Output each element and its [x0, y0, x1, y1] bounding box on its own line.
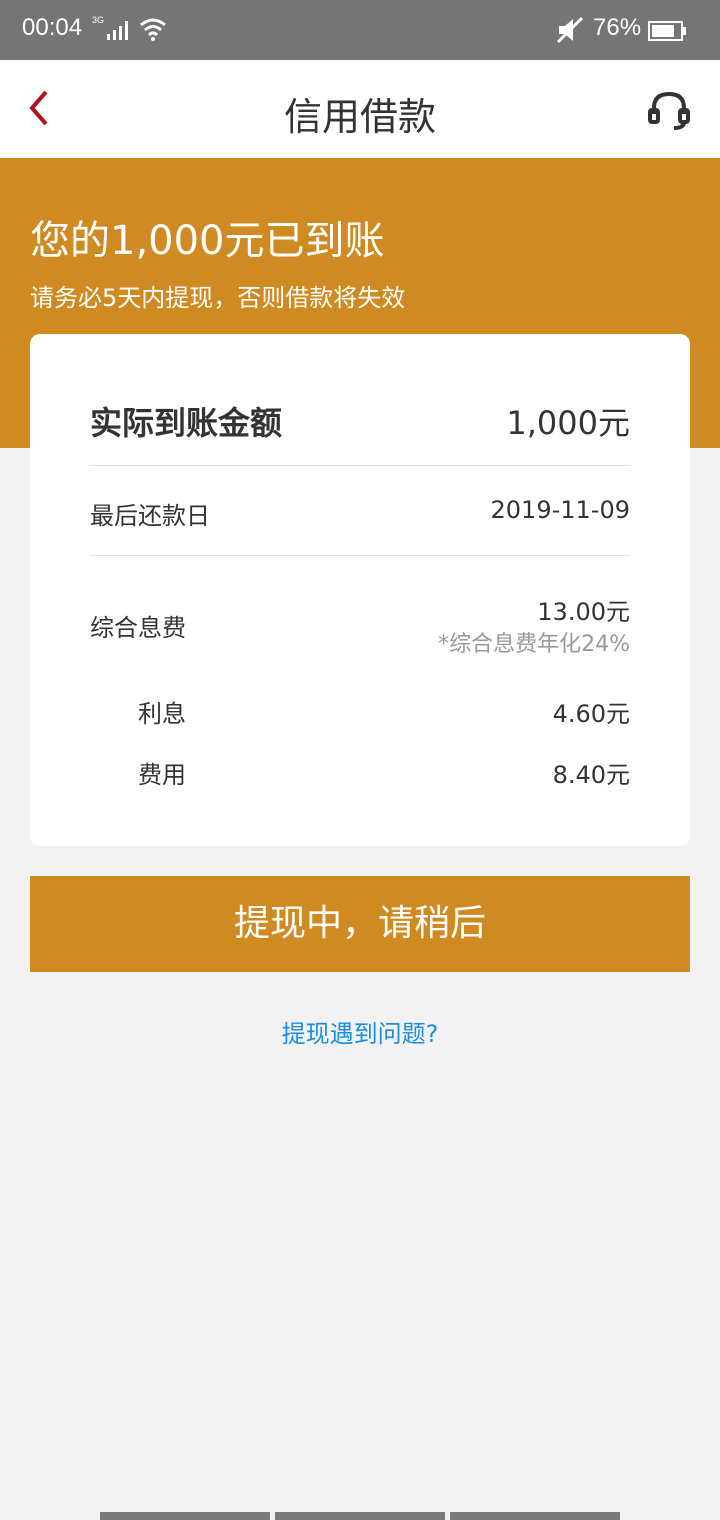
- battery-icon: [648, 21, 686, 41]
- fee-row: 费用 8.40元: [90, 755, 630, 789]
- interest-value: 4.60元: [552, 700, 630, 728]
- system-nav-bar: [100, 1512, 270, 1520]
- divider: [90, 465, 630, 466]
- system-nav-bar: [275, 1512, 445, 1520]
- page-title: 信用借款: [283, 95, 436, 139]
- due-date-value: 2019-11-09: [490, 496, 630, 524]
- battery-percent: 76%: [593, 14, 642, 41]
- actual-amount-row: 实际到账金额 1,000元: [90, 398, 630, 442]
- actual-amount-value: 1,000元: [506, 404, 630, 442]
- network-type-label: 3G: [92, 15, 105, 25]
- interest-label: 利息: [138, 700, 186, 728]
- arrival-subtitle: 请务必5天内提现，否则借款将失效: [30, 284, 406, 312]
- total-fee-label: 综合息费: [90, 614, 186, 642]
- arrival-title: 您的1,000元已到账: [30, 218, 385, 264]
- status-time: 00:04: [22, 14, 83, 41]
- interest-row: 利息 4.60元: [90, 694, 630, 728]
- total-fee-row: 综合息费 13.00元 *综合息费年化24%: [90, 592, 630, 662]
- loan-detail-card: 实际到账金额 1,000元 最后还款日 2019-11-09 综合息费 13.0…: [30, 334, 690, 846]
- wifi-icon: [140, 18, 166, 41]
- fee-value: 8.40元: [552, 761, 630, 789]
- total-fee-note: *综合息费年化24%: [438, 632, 630, 657]
- due-date-row: 最后还款日 2019-11-09: [90, 496, 630, 530]
- status-bar: 00:04 3G 76%: [0, 0, 720, 60]
- mute-icon: [556, 16, 584, 44]
- signal-icon: [107, 21, 128, 40]
- total-fee-value: 13.00元: [537, 598, 630, 626]
- headset-icon[interactable]: [646, 90, 692, 132]
- navigation-bar: 信用借款: [0, 60, 720, 158]
- system-nav-bar: [450, 1512, 620, 1520]
- actual-amount-label: 实际到账金额: [90, 404, 283, 442]
- withdraw-status-button[interactable]: 提现中，请稍后: [30, 876, 690, 972]
- withdraw-help-link[interactable]: 提现遇到问题?: [0, 1014, 720, 1049]
- divider: [90, 555, 630, 556]
- fee-label: 费用: [138, 761, 186, 789]
- due-date-label: 最后还款日: [90, 502, 210, 530]
